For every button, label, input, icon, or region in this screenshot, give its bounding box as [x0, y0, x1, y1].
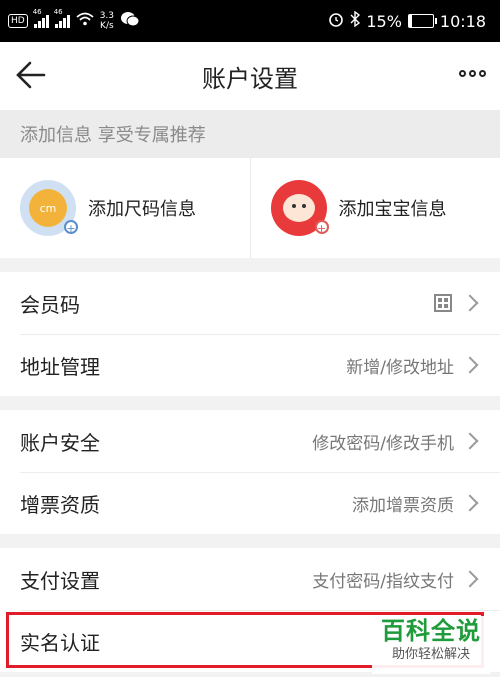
chevron-right-icon — [461, 356, 479, 374]
add-size-info-card[interactable]: cm + 添加尺码信息 — [0, 158, 250, 258]
network-type-label: 46 — [32, 8, 42, 16]
row-value: 新增/修改地址 — [346, 357, 454, 378]
row-label: 支付设置 — [20, 568, 100, 593]
more-options-icon[interactable] — [459, 70, 486, 77]
row-label: 账户安全 — [20, 430, 100, 455]
alarm-icon — [328, 11, 344, 31]
watermark-brand: 百科全说 — [381, 617, 481, 645]
row-value: 添加增票资质 — [352, 495, 454, 516]
row-value: 修改密码/修改手机 — [312, 433, 454, 454]
chevron-right-icon — [461, 294, 479, 312]
add-baby-info-label: 添加宝宝信息 — [338, 199, 447, 220]
battery-percent: 15% — [366, 11, 402, 31]
hd-badge: HD — [8, 14, 28, 28]
settings-row-payment[interactable]: 支付设置 支付密码/指纹支付 — [0, 548, 500, 610]
recommendation-tip: 添加信息 享受专属推荐 — [0, 110, 500, 158]
page-title: 账户设置 — [202, 64, 298, 93]
qr-code-icon — [434, 294, 452, 312]
network-type-label: 46 — [53, 8, 63, 16]
settings-row-member-code[interactable]: 会员码 — [0, 272, 500, 334]
wifi-icon — [76, 12, 94, 30]
settings-row-vat-invoice[interactable]: 增票资质 添加增票资质 — [0, 472, 500, 534]
clock: 10:18 — [439, 11, 486, 31]
cellular-signal-icon: 46 — [54, 8, 70, 28]
wechat-icon — [120, 11, 140, 31]
navigation-bar: 账户设置 — [0, 42, 500, 110]
add-baby-info-card[interactable]: + 添加宝宝信息 — [249, 158, 500, 258]
row-label: 地址管理 — [20, 354, 100, 379]
battery-icon — [407, 14, 437, 28]
watermark-logo: 百科全说 助你轻松解决 — [372, 616, 490, 674]
baby-face-icon: + — [270, 180, 329, 236]
chevron-right-icon — [461, 570, 479, 588]
profile-info-cards: cm + 添加尺码信息 + 添加宝宝信息 — [0, 158, 500, 258]
settings-group: 账户安全 修改密码/修改手机 增票资质 添加增票资质 — [0, 410, 500, 534]
settings-row-address[interactable]: 地址管理 新增/修改地址 — [0, 334, 500, 396]
back-arrow-icon[interactable] — [14, 58, 48, 92]
settings-group: 会员码 地址管理 新增/修改地址 — [0, 272, 500, 396]
cellular-signal-icon: 46 — [33, 8, 49, 28]
add-size-info-label: 添加尺码信息 — [88, 199, 196, 220]
network-speed: 3.3 K/s — [99, 11, 115, 31]
bluetooth-icon — [350, 10, 361, 31]
chevron-right-icon — [461, 432, 479, 450]
chevron-right-icon — [461, 494, 479, 512]
size-measure-icon: cm + — [20, 180, 78, 236]
row-label: 增票资质 — [20, 492, 100, 517]
settings-row-account-security[interactable]: 账户安全 修改密码/修改手机 — [0, 410, 500, 472]
watermark-slogan: 助你轻松解决 — [391, 647, 470, 662]
row-label: 会员码 — [20, 292, 80, 317]
row-value: 支付密码/指纹支付 — [312, 571, 454, 592]
status-bar: HD 46 46 3.3 K/s 15% 10:18 — [0, 0, 500, 42]
